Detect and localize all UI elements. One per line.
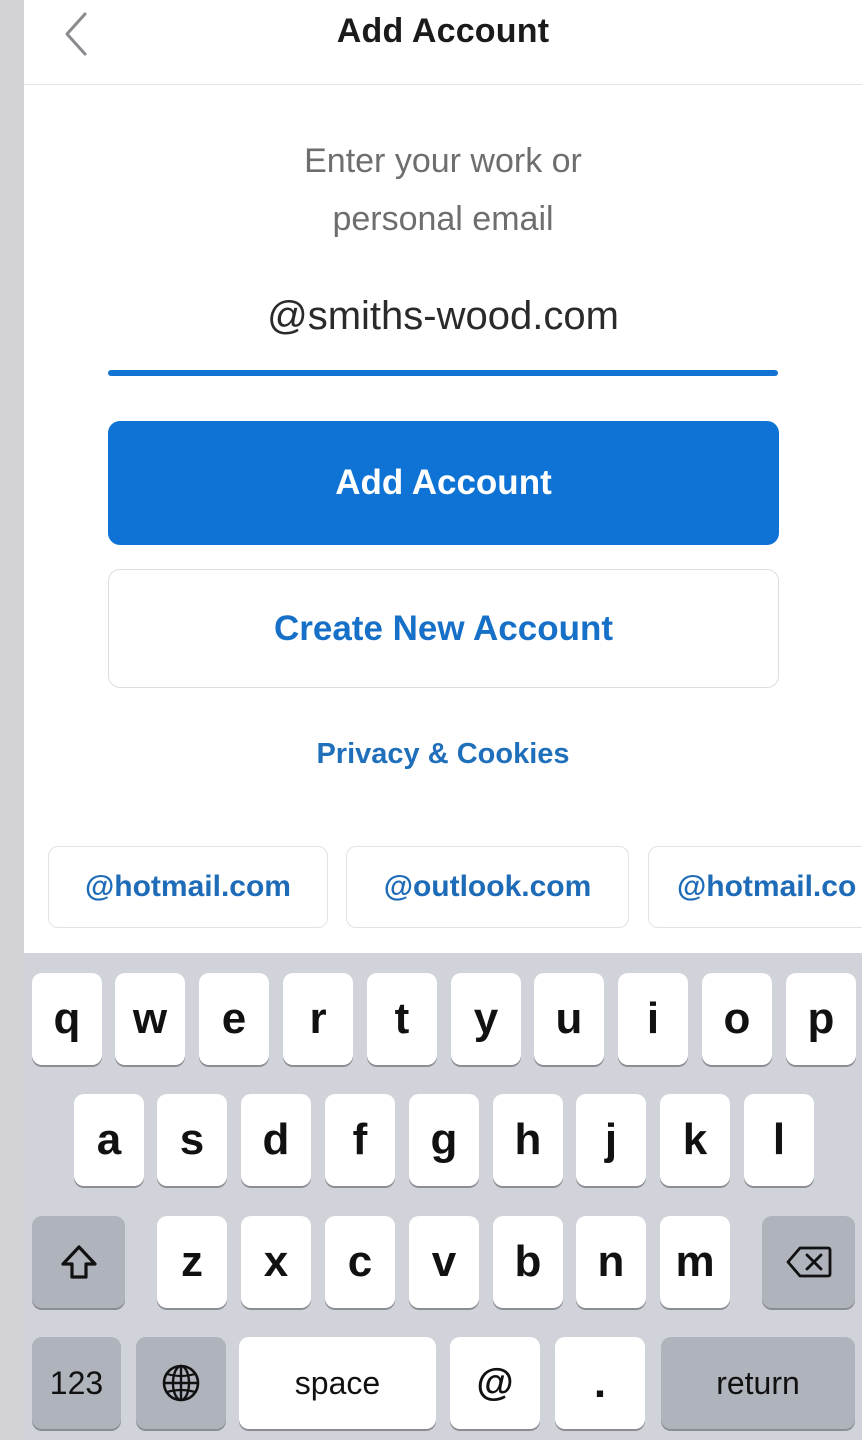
key-c[interactable]: c [325,1216,395,1308]
globe-key[interactable] [136,1337,226,1429]
keyboard: q w e r t y u i o p a s d f g h j k l z … [24,953,862,1440]
add-account-screen: Add Account Enter your work or personal … [24,0,862,1440]
key-v[interactable]: v [409,1216,479,1308]
email-field[interactable]: @smiths-wood.com [108,286,778,376]
return-key[interactable]: return [661,1337,855,1429]
key-q[interactable]: q [32,973,102,1065]
key-s[interactable]: s [157,1094,227,1186]
key-p[interactable]: p [786,973,856,1065]
key-w[interactable]: w [115,973,185,1065]
suggestion-chip-hotmail[interactable]: @hotmail.com [48,846,328,928]
suggestion-chip-outlook[interactable]: @outlook.com [346,846,629,928]
create-new-account-button[interactable]: Create New Account [108,569,779,688]
key-g[interactable]: g [409,1094,479,1186]
key-t[interactable]: t [367,973,437,1065]
space-key[interactable]: space [239,1337,436,1429]
domain-suggestions: @hotmail.com @outlook.com @hotmail.co [24,846,862,930]
key-h[interactable]: h [493,1094,563,1186]
key-l[interactable]: l [744,1094,814,1186]
email-input-value[interactable]: @smiths-wood.com [108,294,778,339]
key-m[interactable]: m [660,1216,730,1308]
key-r[interactable]: r [283,973,353,1065]
at-key[interactable]: @ [450,1337,540,1429]
email-prompt: Enter your work or personal email [304,142,582,238]
email-field-underline [108,370,778,376]
nav-header: Add Account [24,0,862,85]
key-k[interactable]: k [660,1094,730,1186]
left-edge-strip [0,0,24,1440]
key-a[interactable]: a [74,1094,144,1186]
key-b[interactable]: b [493,1216,563,1308]
key-d[interactable]: d [241,1094,311,1186]
delete-key[interactable] [762,1216,855,1308]
key-n[interactable]: n [576,1216,646,1308]
key-y[interactable]: y [451,973,521,1065]
backspace-icon [786,1246,831,1278]
globe-icon [162,1364,200,1402]
suggestion-chip-hotmail-2[interactable]: @hotmail.co [648,846,862,928]
key-j[interactable]: j [576,1094,646,1186]
key-i[interactable]: i [618,973,688,1065]
shift-icon [60,1245,97,1279]
key-f[interactable]: f [325,1094,395,1186]
key-x[interactable]: x [241,1216,311,1308]
key-u[interactable]: u [534,973,604,1065]
numbers-key[interactable]: 123 [32,1337,121,1429]
key-e[interactable]: e [199,973,269,1065]
privacy-cookies-link[interactable]: Privacy & Cookies [24,738,862,771]
page-title: Add Account [336,12,550,50]
key-z[interactable]: z [157,1216,227,1308]
period-key[interactable]: . [555,1337,645,1429]
key-o[interactable]: o [702,973,772,1065]
shift-key[interactable] [32,1216,125,1308]
add-account-button[interactable]: Add Account [108,421,779,545]
